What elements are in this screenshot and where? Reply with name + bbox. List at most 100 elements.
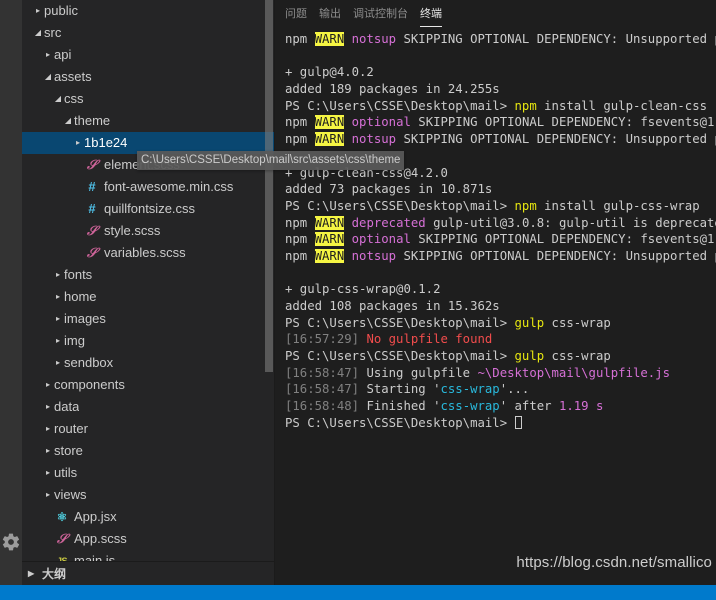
tree-row-label: variables.scss xyxy=(104,245,186,260)
explorer-sidebar: ▸ public ◢ src ▸ api ◢ assets ◢ css ◢ theme ▸ 1b1e24 𝒮… xyxy=(22,0,275,585)
tree-row[interactable]: ▸ router xyxy=(22,418,274,440)
terminal-text: [16:58:47] xyxy=(285,365,367,380)
path-tooltip: C:\Users\CSSE\Desktop\mail\src\assets\cs… xyxy=(137,151,405,170)
tree-row[interactable]: 𝒮 App.scss xyxy=(22,528,274,550)
tree-row[interactable]: ▸ data xyxy=(22,396,274,418)
tree-row-label: router xyxy=(54,421,88,436)
watermark-text: https://blog.csdn.net/smallico xyxy=(516,554,712,571)
tree-row-label: fonts xyxy=(64,267,93,282)
terminal-text: css-wrap xyxy=(440,399,500,414)
chevron-right-icon: ▸ xyxy=(55,314,60,323)
twisty-placeholder xyxy=(42,550,54,561)
tree-row-label: 1b1e24 xyxy=(84,135,128,150)
tree-row[interactable]: ◢ css xyxy=(22,88,274,110)
terminal-line: + gulp@4.0.2 xyxy=(285,64,716,81)
tree-row[interactable]: ▸ home xyxy=(22,286,274,308)
terminal-text: WARN xyxy=(314,115,345,130)
tree-row[interactable]: ▸ utils xyxy=(22,462,274,484)
panel-tab[interactable]: 问题 xyxy=(279,1,313,27)
outline-section[interactable]: ▶ 大纲 xyxy=(22,561,274,585)
panel-tab[interactable]: 调试控制台 xyxy=(347,1,414,27)
tree-row-label: utils xyxy=(54,465,78,480)
tree-row[interactable]: ▸ img xyxy=(22,330,274,352)
terminal-text: SKIPPING OPTIONAL DEPENDENCY: Unsupporte… xyxy=(396,248,716,263)
terminal-line: npm WARN notsup SKIPPING OPTIONAL DEPEND… xyxy=(285,248,716,265)
twisty-placeholder xyxy=(42,528,54,550)
tree-row-label: style.scss xyxy=(104,223,161,238)
terminal-output[interactable]: npm WARN notsup SKIPPING OPTIONAL DEPEND… xyxy=(275,27,716,585)
tree-row[interactable]: 𝒮style.scss xyxy=(22,220,274,242)
chevron-right-icon: ▸ xyxy=(45,50,50,59)
terminal-text: npm xyxy=(285,132,315,147)
tree-row[interactable]: ⚛ App.jsx xyxy=(22,506,274,528)
tree-row[interactable]: 𝒮variables.scss xyxy=(22,242,274,264)
tree-row[interactable]: ◢ theme xyxy=(22,110,274,132)
tree-row[interactable]: ▸ public xyxy=(22,0,274,22)
terminal-text: optional xyxy=(351,232,411,247)
chevron-right-icon: ▸ xyxy=(55,336,60,345)
tree-row[interactable]: # quillfontsize.css xyxy=(22,198,274,220)
chevron-right-icon: ▸ xyxy=(45,380,50,389)
css-file-icon: # xyxy=(88,179,96,194)
terminal-text: WARN xyxy=(314,248,345,263)
terminal-panel: 问题 输出 调试控制台 终端 npm WARN notsup SKIPPING OPT… xyxy=(275,0,716,585)
chevron-right-icon: ▸ xyxy=(45,402,50,411)
terminal-text: Using gulpfile xyxy=(366,365,478,380)
file-tree[interactable]: ▸ public ◢ src ▸ api ◢ assets ◢ css ◢ theme ▸ 1b1e24 𝒮… xyxy=(22,0,274,561)
tree-row[interactable]: ◢ src xyxy=(22,22,274,44)
tree-row[interactable]: ▸ fonts xyxy=(22,264,274,286)
file-tree-scrollbar[interactable] xyxy=(264,0,274,585)
tree-row[interactable]: ▸ api xyxy=(22,44,274,66)
twisty-placeholder xyxy=(72,176,84,198)
tree-row[interactable]: JS main.js xyxy=(22,550,274,561)
js-file-icon: JS xyxy=(56,556,68,561)
twisty-placeholder xyxy=(72,242,84,264)
terminal-text: WARN xyxy=(314,132,345,147)
tree-row[interactable]: ▸ images xyxy=(22,308,274,330)
terminal-text: deprecated xyxy=(351,215,426,230)
status-bar[interactable] xyxy=(0,585,716,600)
terminal-line: added 73 packages in 10.871s xyxy=(285,181,716,198)
chevron-right-icon: ▸ xyxy=(45,490,50,499)
terminal-text: gulp xyxy=(514,315,545,330)
terminal-line: [16:57:29] No gulpfile found xyxy=(285,331,716,348)
terminal-line: [16:58:47] Starting 'css-wrap'... xyxy=(285,381,716,398)
tree-row[interactable]: ▸ views xyxy=(22,484,274,506)
chevron-right-icon: ▸ xyxy=(55,270,60,279)
tree-row-label: images xyxy=(64,311,106,326)
terminal-cursor xyxy=(514,415,522,429)
scss-file-icon: 𝒮 xyxy=(86,157,98,172)
terminal-text: added 189 packages in 24.255s xyxy=(285,82,500,97)
chevron-right-icon: ▸ xyxy=(55,292,60,301)
panel-tab-list[interactable]: 问题 输出 调试控制台 终端 xyxy=(275,0,716,27)
terminal-text: + gulp-css-wrap@0.1.2 xyxy=(285,282,441,297)
twisty-placeholder xyxy=(72,220,84,242)
terminal-text: SKIPPING OPTIONAL DEPENDENCY: Unsupporte… xyxy=(396,32,716,46)
tree-row[interactable]: ▸ store xyxy=(22,440,274,462)
tree-row-label: assets xyxy=(54,69,92,84)
terminal-text: '... xyxy=(499,382,530,397)
panel-tab[interactable]: 输出 xyxy=(313,1,347,27)
terminal-text: ~\Desktop\mail\gulpfile.js xyxy=(477,365,671,380)
terminal-text: notsup xyxy=(351,248,397,263)
tree-row[interactable]: ◢ assets xyxy=(22,66,274,88)
tree-row-label: main.js xyxy=(74,553,116,561)
chevron-down-icon: ◢ xyxy=(64,116,72,125)
chevron-down-icon: ◢ xyxy=(34,28,42,37)
tree-row[interactable]: ▸ sendbox xyxy=(22,352,274,374)
gear-icon[interactable] xyxy=(1,532,21,552)
file-tree-scrollbar-thumb[interactable] xyxy=(265,0,273,372)
tree-row-label: App.jsx xyxy=(74,509,117,524)
chevron-right-icon: ▶ xyxy=(28,569,35,578)
terminal-text: WARN xyxy=(314,32,345,46)
panel-tab[interactable]: 终端 xyxy=(414,1,448,27)
tree-row[interactable]: # font-awesome.min.css xyxy=(22,176,274,198)
terminal-line: npm WARN optional SKIPPING OPTIONAL DEPE… xyxy=(285,114,716,131)
tree-row[interactable]: ▸ components xyxy=(22,374,274,396)
terminal-text: No gulpfile found xyxy=(366,332,493,347)
terminal-text: [16:57:29] xyxy=(285,332,367,347)
